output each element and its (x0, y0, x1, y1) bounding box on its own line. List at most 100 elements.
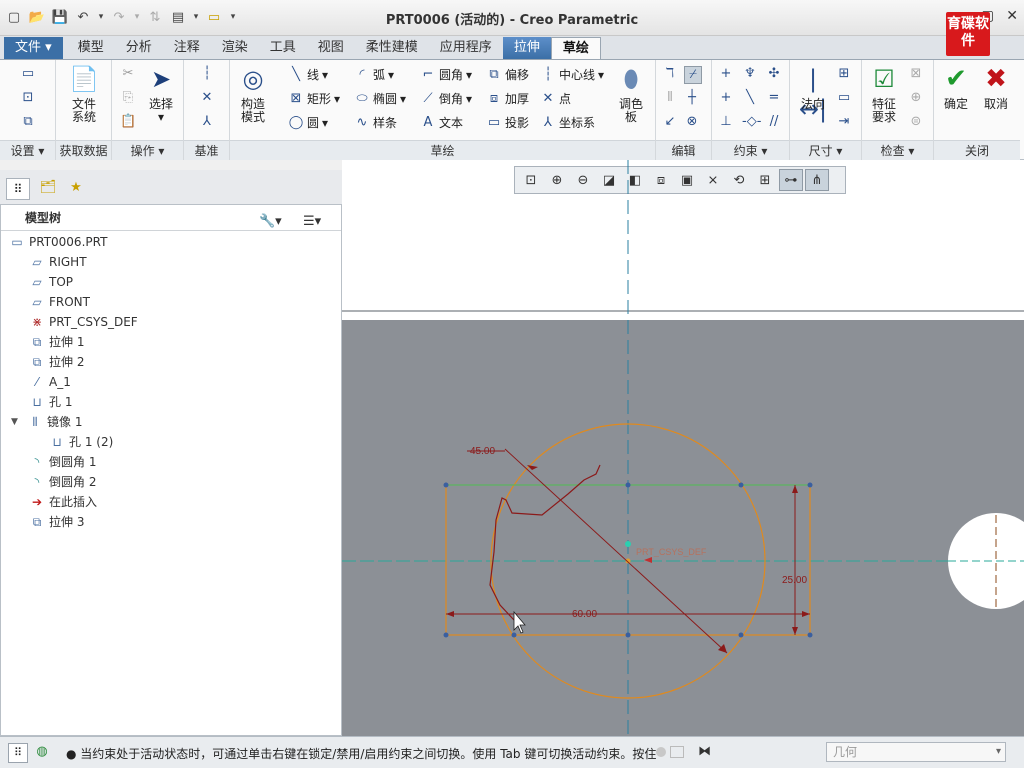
offset-tool[interactable]: ⧉ 偏移 (486, 66, 529, 83)
datum-centerline-icon[interactable]: ┆ (199, 66, 215, 82)
horizontal-constraint-icon[interactable]: + (718, 90, 734, 106)
tangent-constraint-icon[interactable]: ♆ (742, 66, 758, 82)
tree-item-round-1[interactable]: ◝ 倒圆角 1 (29, 452, 97, 472)
group-label-dimension[interactable]: 尺寸 ▾ (790, 140, 861, 160)
feature-requirements-button[interactable]: ☑ 特征 要求 (864, 64, 904, 124)
arc-tool[interactable]: ◜ 弧 ▾ (354, 66, 394, 83)
circle-tool[interactable]: ◯ 圆 ▾ (288, 114, 328, 131)
favorites-tab-icon[interactable]: ★ (64, 178, 88, 200)
cancel-button[interactable]: ✖ 取消 (976, 64, 1016, 111)
perimeter-dimension-icon[interactable]: ⊞ (836, 66, 852, 82)
line-tool[interactable]: ╲ 线 ▾ (288, 66, 328, 83)
midpoint-constraint-icon[interactable]: ✣ (766, 66, 782, 82)
expand-icon[interactable]: ▼ (11, 412, 23, 432)
cut-icon[interactable]: ✂ (120, 66, 136, 82)
tab-file[interactable]: 文件 ▾ (4, 37, 63, 59)
group-operations: ✂ ⎘ 📋 ➤ 选择 ▾ 操作 ▾ (112, 60, 184, 160)
tab-sketch[interactable]: 草绘 (550, 37, 601, 59)
select-button[interactable]: ➤ 选择 ▾ (144, 64, 178, 124)
sketch-setup-icon[interactable]: ▭ (20, 66, 36, 82)
group-label-constrain[interactable]: 约束 ▾ (712, 140, 789, 160)
modify-icon[interactable]: ℸ (662, 66, 678, 82)
tree-show-icon[interactable]: ☰▾ (303, 209, 321, 235)
point-tool[interactable]: ✕ 点 (540, 90, 571, 107)
tab-extrude[interactable]: 拉伸 (502, 37, 551, 59)
normal-dimension-button[interactable]: |↔| 法向 (794, 64, 832, 123)
shade-closed-loops-icon[interactable]: ⊜ (908, 114, 924, 130)
navigator-toggle-icon[interactable]: ⠿ (8, 743, 28, 763)
group-label-inspect[interactable]: 检查 ▾ (862, 140, 933, 160)
close-icon[interactable]: ✕ (1006, 8, 1018, 24)
tab-flexible-modeling[interactable]: 柔性建模 (355, 37, 429, 59)
construction-mode-button[interactable]: ◎ 构造 模式 (236, 64, 270, 124)
group-label-settings[interactable]: 设置 ▾ (0, 140, 55, 160)
folder-browser-tab-icon[interactable]: 🗂 (36, 178, 60, 200)
fillet-tool[interactable]: ⌐ 圆角 ▾ (420, 66, 473, 83)
datum-point-icon[interactable]: ✕ (199, 90, 215, 106)
tree-item-extrude-2[interactable]: ⧉ 拉伸 2 (29, 352, 85, 372)
tree-item-top[interactable]: ▱ TOP (29, 272, 73, 292)
vertical-constraint-icon[interactable]: + (718, 66, 734, 82)
width-dimension[interactable]: 60.00 (572, 609, 597, 620)
mirror-icon[interactable]: ⫴ (662, 90, 678, 106)
tree-item-mirror-1[interactable]: ▼ ⫴ 镜像 1 (11, 412, 82, 432)
ellipse-tool[interactable]: ⬭ 椭圆 ▾ (354, 90, 406, 107)
coordinate-system-tool[interactable]: ⅄ 坐标系 (540, 114, 595, 131)
perpendicular-constraint-icon[interactable]: ⊥ (718, 114, 734, 130)
delete-segment-icon[interactable]: ⌿ (684, 66, 702, 84)
thicken-tool[interactable]: ⧈ 加厚 (486, 90, 529, 107)
file-system-button[interactable]: 📄 文件 系统 (62, 64, 106, 124)
rectangle-tool[interactable]: ⊠ 矩形 ▾ (288, 90, 341, 107)
tab-annotate[interactable]: 注释 (163, 37, 211, 59)
rotate-resize-icon[interactable]: ⊗ (684, 114, 700, 130)
tree-item-hole-1-2[interactable]: ⊔ 孔 1 (2) (49, 432, 113, 452)
text-tool[interactable]: A 文本 (420, 114, 463, 131)
angle-dimension[interactable]: 45.00 (470, 446, 495, 457)
tab-view[interactable]: 视图 (307, 37, 355, 59)
tree-item-hole-1[interactable]: ⊔ 孔 1 (29, 392, 72, 412)
sketch-view-icon[interactable]: ⧉ (20, 114, 36, 130)
corner-icon[interactable]: ┼ (684, 90, 700, 106)
tab-tools[interactable]: 工具 (259, 37, 307, 59)
highlight-open-ends-icon[interactable]: ⊕ (908, 90, 924, 106)
tree-item-front[interactable]: ▱ FRONT (29, 292, 90, 312)
spline-tool[interactable]: ∿ 样条 (354, 114, 397, 131)
height-dimension[interactable]: 25.00 (782, 575, 807, 586)
symmetric-constraint-icon[interactable]: -◇- (742, 114, 761, 130)
tree-settings-icon[interactable]: 🔧▾ (259, 209, 282, 235)
reference-icon[interactable]: ⊡ (20, 90, 36, 106)
selection-filter[interactable]: 几何 ▾ (826, 742, 1006, 762)
coincident-constraint-icon[interactable]: ╲ (742, 90, 758, 106)
project-tool[interactable]: ▭ 投影 (486, 114, 529, 131)
ok-button[interactable]: ✔ 确定 (936, 64, 976, 111)
palette-button[interactable]: ⬮ 调色 板 (612, 64, 650, 124)
center-point[interactable] (625, 541, 631, 547)
tab-render[interactable]: 渲染 (211, 37, 259, 59)
baseline-dimension-icon[interactable]: ▭ (836, 90, 852, 106)
tree-item-round-2[interactable]: ◝ 倒圆角 2 (29, 472, 97, 492)
tab-applications[interactable]: 应用程序 (429, 37, 503, 59)
copy-icon[interactable]: ⎘ (120, 90, 136, 106)
tree-item-axis[interactable]: ⁄ A_1 (29, 372, 71, 392)
datum-csys-icon[interactable]: ⅄ (199, 114, 215, 130)
tree-item-insert-here[interactable]: ➔ 在此插入 (29, 492, 97, 512)
tab-model[interactable]: 模型 (67, 37, 115, 59)
find-icon[interactable]: ⧓ (698, 744, 711, 759)
tree-item-extrude-3[interactable]: ⧉ 拉伸 3 (29, 512, 85, 532)
paste-icon[interactable]: 📋 (120, 114, 136, 130)
equal-constraint-icon[interactable]: = (766, 90, 782, 106)
centerline-tool[interactable]: ┆ 中心线 ▾ (540, 66, 604, 83)
parallel-constraint-icon[interactable]: // (766, 114, 782, 130)
reference-dimension-icon[interactable]: ⇥ (836, 114, 852, 130)
tab-analysis[interactable]: 分析 (115, 37, 163, 59)
tree-item-right[interactable]: ▱ RIGHT (29, 252, 86, 272)
group-label-operations[interactable]: 操作 ▾ (112, 140, 183, 160)
tree-item-csys[interactable]: ⋇ PRT_CSYS_DEF (29, 312, 138, 332)
chamfer-tool[interactable]: ⟋ 倒角 ▾ (420, 90, 472, 107)
tree-item-part[interactable]: ▭ PRT0006.PRT (9, 232, 107, 252)
divide-icon[interactable]: ↙ (662, 114, 678, 130)
overlapping-geometry-icon[interactable]: ⊠ (908, 66, 924, 82)
model-tree-tab-icon[interactable]: ⠿ (6, 178, 30, 200)
browser-toggle-icon[interactable]: ◍ (32, 743, 52, 763)
tree-item-extrude-1[interactable]: ⧉ 拉伸 1 (29, 332, 85, 352)
